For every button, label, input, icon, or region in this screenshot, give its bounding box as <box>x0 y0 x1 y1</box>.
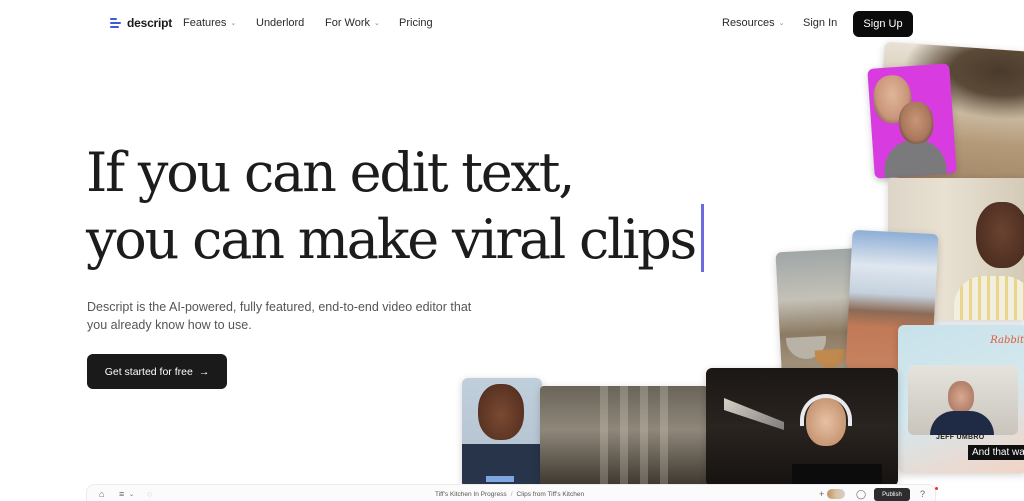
hero-subtitle: Descript is the AI-powered, fully featur… <box>87 300 472 332</box>
text-cursor-caret <box>701 204 705 272</box>
sign-up-button[interactable]: Sign Up <box>853 11 913 37</box>
menu-icon[interactable]: ≡ <box>119 489 124 499</box>
chevron-down-icon: ⌄ <box>129 492 135 498</box>
headphones <box>800 394 852 426</box>
person-shirt <box>882 137 948 179</box>
descript-logo[interactable]: descript <box>110 16 172 30</box>
sign-in-link[interactable]: Sign In <box>803 17 837 29</box>
podcast-brand-badge: Rabbit <box>990 335 1024 346</box>
nav-features-label: Features <box>183 17 227 29</box>
person-face <box>948 381 974 413</box>
podcast-caption-thumbnail: Rabbit JEFF UMBRO And that was <box>898 325 1024 473</box>
arrow-right-icon: → <box>198 365 210 378</box>
headline-line-2-text: you can make viral clips <box>86 208 697 271</box>
shirt-logo <box>486 476 514 482</box>
breadcrumb-project[interactable]: Tiff's Kitchen In Progress <box>435 491 507 498</box>
nav-resources[interactable]: Resources ⌄ <box>722 17 784 29</box>
speaker-name: JEFF UMBRO <box>936 434 985 441</box>
man-glasses-thumbnail <box>462 378 542 488</box>
nav-features[interactable]: Features ⌄ <box>183 17 236 29</box>
comment-icon[interactable]: ◯ <box>856 489 866 500</box>
nav-for-work-label: For Work <box>325 17 371 29</box>
nav-for-work[interactable]: For Work ⌄ <box>325 17 380 29</box>
headline-line-2: you can make viral clips <box>86 204 705 272</box>
breadcrumb: Tiff's Kitchen In Progress / Clips from Ti… <box>435 491 584 498</box>
hero-headline: If you can edit text, you can make viral… <box>86 141 705 272</box>
person-face <box>897 100 935 145</box>
sync-icon: ○ <box>147 489 153 499</box>
laptop <box>792 464 882 486</box>
video-caption: And that was <box>968 445 1024 460</box>
chevron-down-icon: ⌄ <box>374 20 380 27</box>
home-icon[interactable]: ⌂ <box>99 489 104 499</box>
get-started-button[interactable]: Get started for free → <box>87 354 227 389</box>
brand-name: descript <box>127 16 173 30</box>
person-face <box>976 202 1024 268</box>
desk-lamp <box>724 398 784 430</box>
speaker-video <box>908 365 1018 435</box>
add-collaborator-icon[interactable]: + <box>819 489 824 499</box>
studio-thumbnail <box>540 386 708 496</box>
striped-shirt <box>954 276 1024 320</box>
person-face <box>478 384 524 440</box>
nav-pricing-label: Pricing <box>399 17 433 29</box>
notification-dot <box>935 487 938 490</box>
woman-headphones-thumbnail <box>706 368 898 486</box>
chevron-down-icon: ⌄ <box>230 20 237 27</box>
collaborator-avatars[interactable] <box>827 489 845 499</box>
nav-underlord-label: Underlord <box>256 17 305 29</box>
descript-logo-icon <box>110 17 122 30</box>
headline-line-1: If you can edit text, <box>86 141 575 204</box>
nav-underlord[interactable]: Underlord <box>256 17 304 29</box>
editor-app-bar: ⌂ ≡ ⌄ ○ Tiff's Kitchen In Progress / Clips… <box>86 484 938 501</box>
nav-pricing[interactable]: Pricing <box>399 17 433 29</box>
nav-resources-label: Resources <box>722 17 775 29</box>
top-nav: descript Features ⌄ Underlord For Work ⌄… <box>0 0 1024 48</box>
help-icon[interactable]: ? <box>920 489 925 499</box>
breadcrumb-separator: / <box>510 491 513 498</box>
chevron-down-icon: ⌄ <box>778 20 785 27</box>
person-body <box>930 411 994 435</box>
breadcrumb-file[interactable]: Clips from Tiff's Kitchen <box>517 491 585 498</box>
publish-button[interactable]: Publish <box>874 488 910 501</box>
sign-in-label: Sign In <box>803 17 838 29</box>
get-started-label: Get started for free <box>104 365 193 378</box>
two-people-magenta-thumbnail <box>867 63 957 179</box>
bowl <box>814 348 846 369</box>
